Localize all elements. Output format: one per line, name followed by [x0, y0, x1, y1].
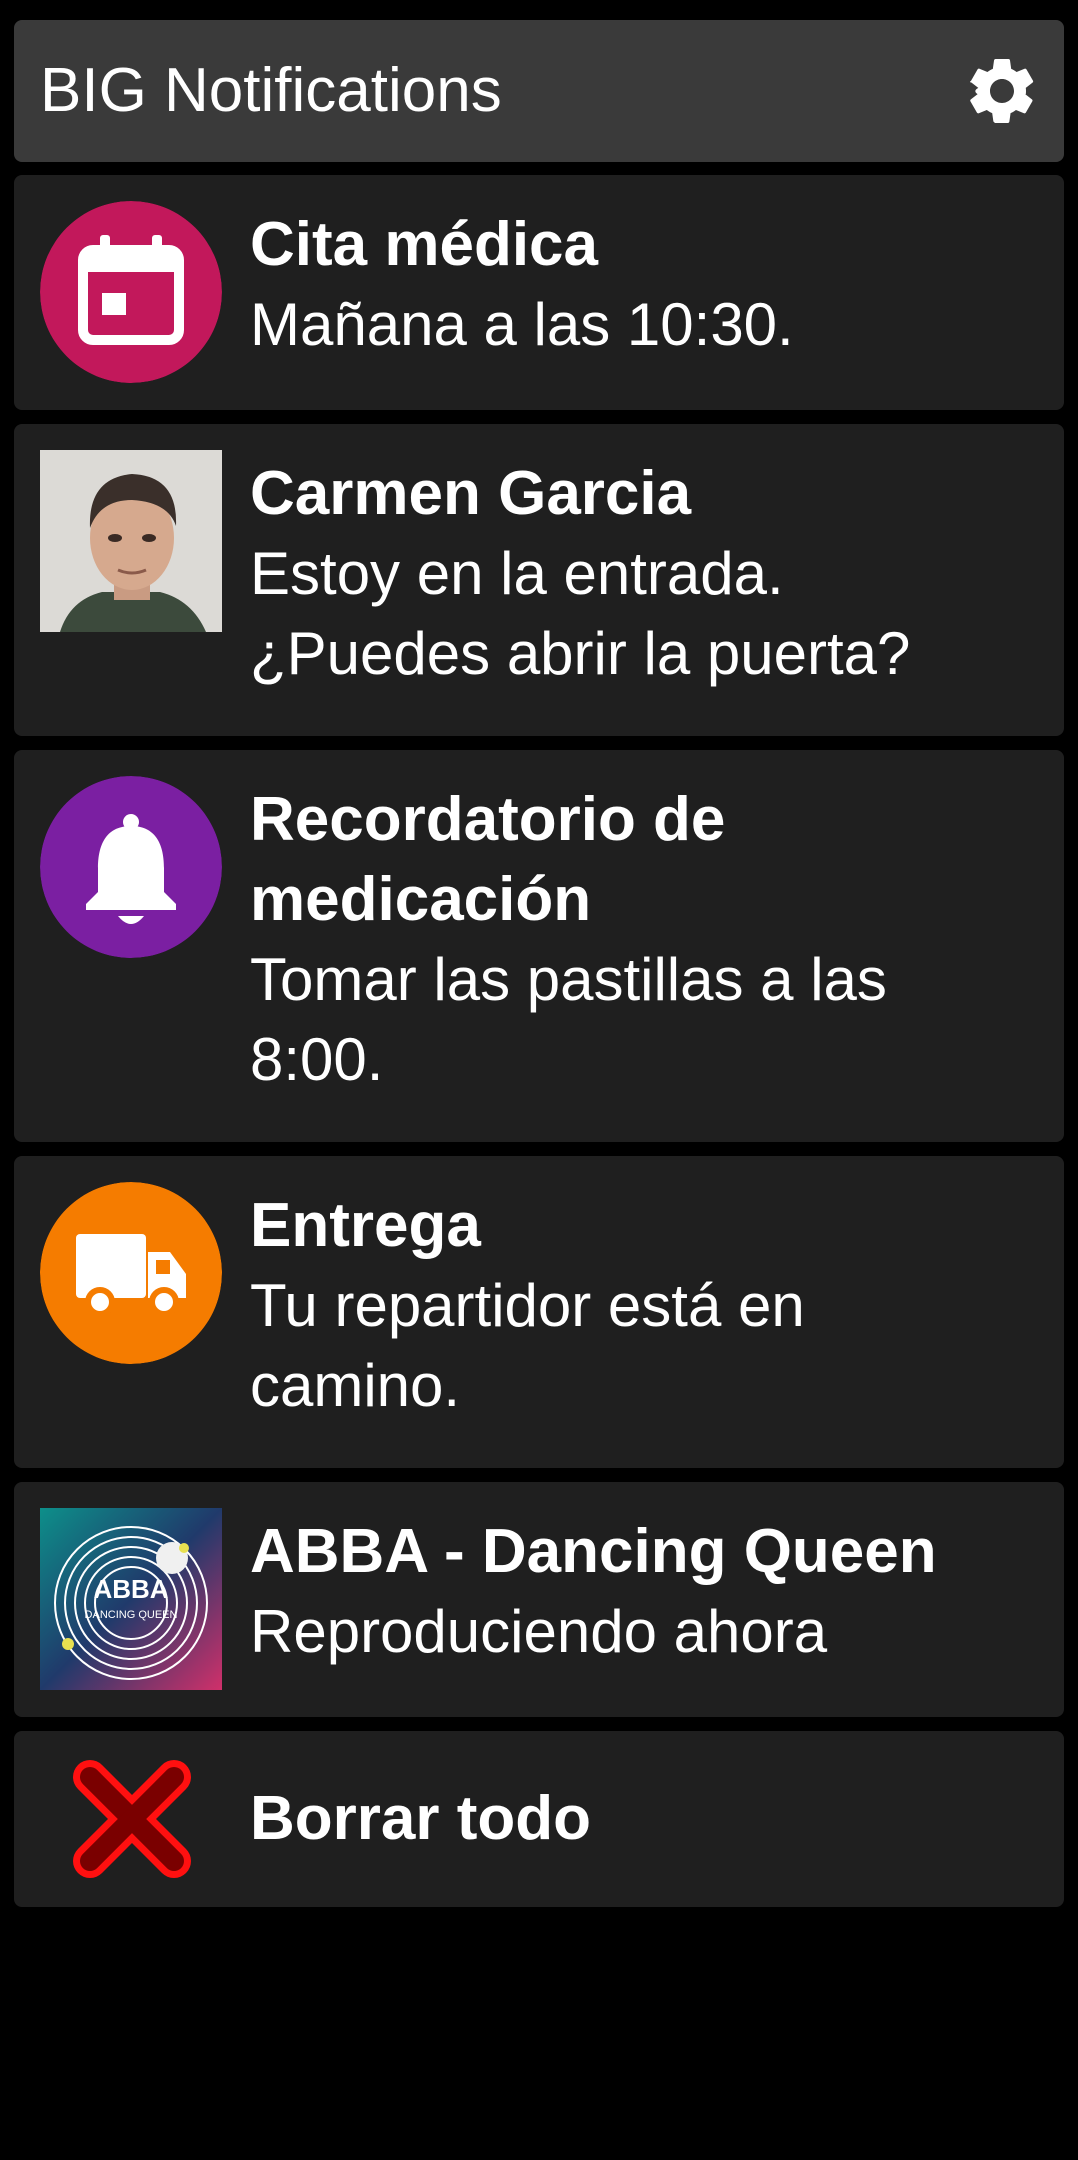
- notification-body-line: Tomar las pastillas a las: [250, 946, 887, 1013]
- notification-card-message[interactable]: Carmen Garcia Estoy en la entrada. ¿Pued…: [14, 424, 1064, 736]
- notification-body-line: Estoy en la entrada.: [250, 540, 784, 607]
- svg-text:DANCING QUEEN: DANCING QUEEN: [85, 1609, 178, 1621]
- notification-card-music[interactable]: ABBA DANCING QUEEN ABBA - Dancing Queen …: [14, 1482, 1064, 1717]
- truck-icon: [40, 1182, 222, 1364]
- notification-card-delivery[interactable]: Entrega Tu repartidor está en camino.: [14, 1156, 1064, 1468]
- notification-card-appointment[interactable]: Cita médica Mañana a las 10:30.: [14, 175, 1064, 410]
- notification-body-line: Tu repartidor está en: [250, 1272, 805, 1339]
- notification-card-reminder[interactable]: Recordatorio de medicación Tomar las pas…: [14, 750, 1064, 1142]
- album-art: ABBA DANCING QUEEN: [40, 1508, 222, 1690]
- notification-title: Cita médica: [250, 210, 599, 279]
- svg-text:ABBA: ABBA: [93, 1574, 168, 1604]
- notification-body-line: camino.: [250, 1352, 461, 1419]
- bell-icon: [40, 776, 222, 958]
- notification-body-line: 8:00.: [250, 1026, 384, 1093]
- notification-title-line: medicación: [250, 865, 592, 934]
- notification-body: Mañana a las 10:30.: [250, 291, 794, 358]
- close-icon: [73, 1760, 191, 1878]
- app-title: BIG Notifications: [40, 56, 502, 125]
- notification-title-line: Recordatorio de: [250, 785, 726, 854]
- calendar-icon: [40, 201, 222, 383]
- contact-photo: [40, 450, 222, 632]
- clear-all-label: Borrar todo: [250, 1784, 591, 1853]
- notification-title: Entrega: [250, 1191, 481, 1260]
- app-header: BIG Notifications: [14, 20, 1064, 162]
- notification-title: ABBA - Dancing Queen: [250, 1517, 937, 1586]
- gear-icon[interactable]: [962, 51, 1042, 131]
- notification-body-line: ¿Puedes abrir la puerta?: [250, 620, 911, 687]
- clear-all-button[interactable]: Borrar todo: [14, 1731, 1064, 1907]
- notification-body: Reproduciendo ahora: [250, 1598, 828, 1665]
- notification-title: Carmen Garcia: [250, 459, 692, 528]
